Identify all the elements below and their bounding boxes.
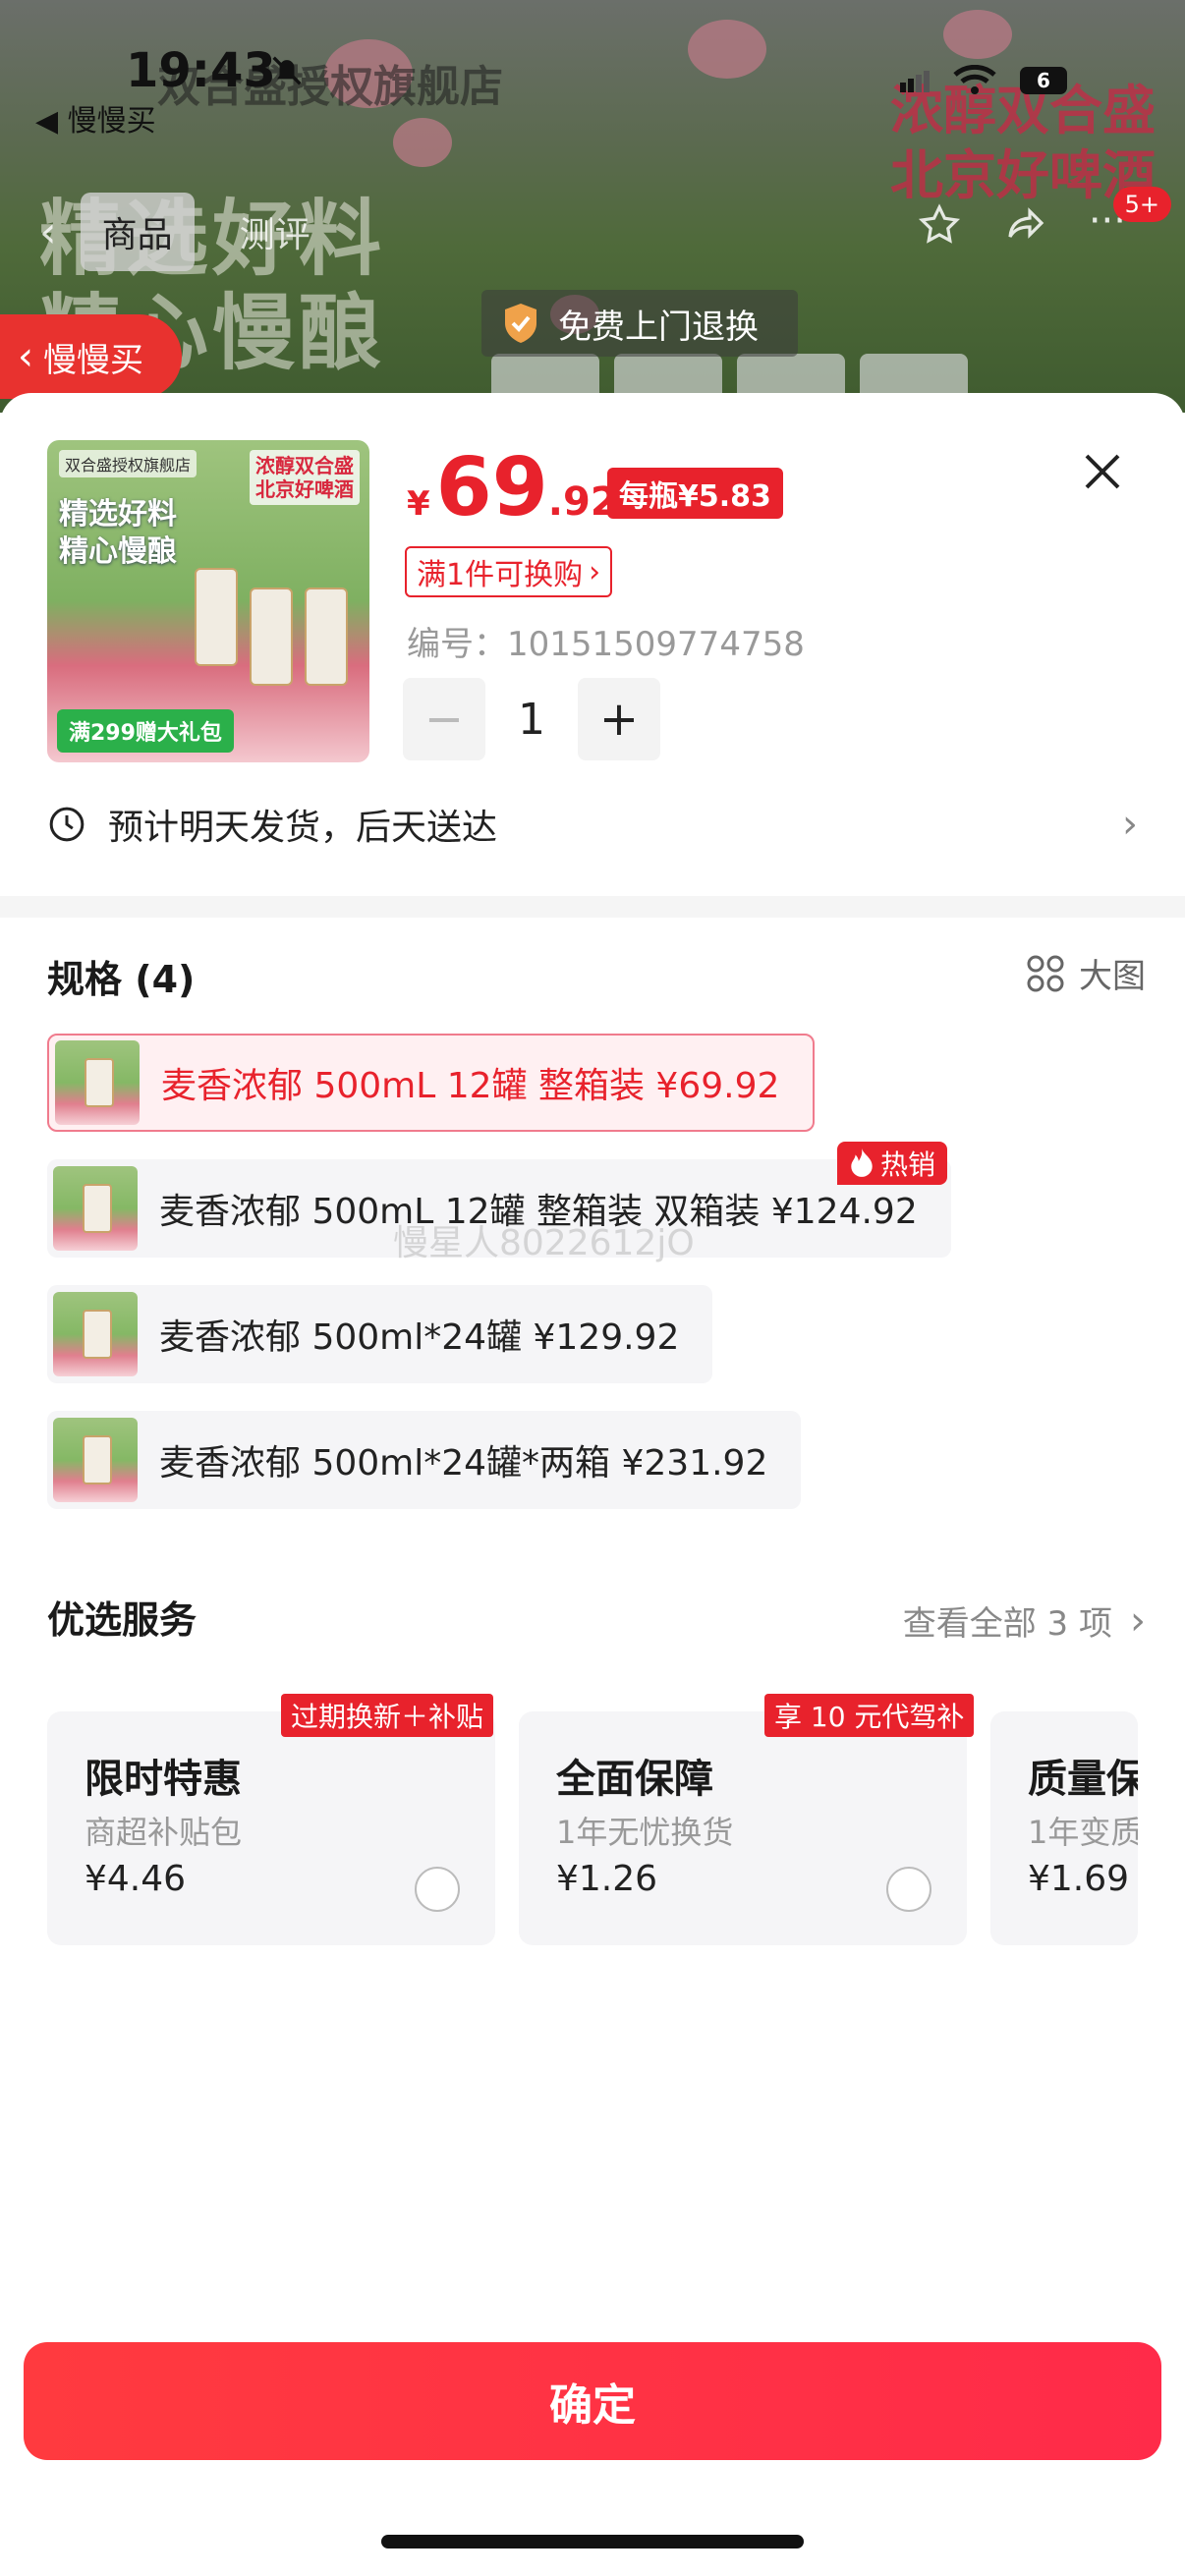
slogan: 浓醇双合盛 北京好啤酒 (890, 79, 1156, 208)
thumb-shop: 双合盛授权旗舰店 (59, 450, 198, 477)
wifi-icon (953, 65, 996, 94)
big-image-toggle[interactable]: 大图 (1026, 949, 1146, 997)
sku-number: 编号：10151509774758 (407, 617, 805, 665)
delivery-text: 预计明天发货，后天送达 (108, 808, 498, 848)
grid-icon (1027, 955, 1064, 991)
flower-decoration (943, 10, 1012, 59)
service-radio[interactable] (886, 1867, 931, 1912)
service-subtitle: 1年变质 (1028, 1814, 1138, 1851)
top-actions: ··· (916, 201, 1126, 249)
sku-label: 编号： (407, 625, 507, 664)
decrease-button[interactable]: − (403, 678, 485, 760)
chevron-right-icon: › (589, 554, 601, 589)
product-thumbnail[interactable]: 双合盛授权旗舰店 浓醇双合盛 北京好啤酒 精选好料 精心慢酿 满299赠大礼包 (47, 440, 369, 762)
increase-button[interactable]: + (578, 678, 660, 760)
favorite-star-icon[interactable] (916, 201, 963, 249)
sku-selector-sheet: 双合盛授权旗舰店 浓醇双合盛 北京好啤酒 精选好料 精心慢酿 满299赠大礼包 … (0, 393, 1185, 2576)
service-subtitle: 商超补贴包 (85, 1814, 243, 1851)
signal-icon (900, 71, 930, 92)
confirm-button[interactable]: 确定 (24, 2342, 1161, 2460)
status-time: 19:43 (126, 43, 276, 98)
service-card[interactable]: 全面保障 1年无忧换货 ¥1.26 (519, 1711, 967, 1945)
home-indicator (381, 2535, 804, 2548)
free-return-text: 免费上门退换 (558, 307, 759, 347)
service-subtitle: 1年无忧换货 (556, 1814, 734, 1851)
slow-buy-button[interactable]: ‹ 慢慢买 (0, 314, 182, 399)
service-price: ¥1.26 (556, 1859, 658, 1899)
page-tabs: ‹ 商品 测评 (39, 193, 332, 271)
spec-option[interactable]: 麦香浓郁 500ml*24罐*两箱 ¥231.92 (47, 1411, 802, 1509)
quantity-value[interactable]: 1 (485, 695, 578, 745)
watermark: 慢星人8022612jO (393, 1223, 695, 1263)
swap-tag-label: 满1件可换购 (417, 558, 584, 592)
chevron-right-icon: › (1122, 802, 1138, 847)
thumb-slogan-line1: 浓醇双合盛 (255, 454, 354, 477)
free-return-banner: 免费上门退换 (481, 290, 798, 357)
see-all-label: 查看全部 3 项 (902, 1604, 1112, 1644)
big-image-label: 大图 (1079, 957, 1146, 996)
service-card[interactable]: 限时特惠 商超补贴包 ¥4.46 (47, 1711, 495, 1945)
chevron-left-icon: ‹ (18, 334, 33, 379)
service-card[interactable]: 质量保障 1年变质 ¥1.69 (990, 1711, 1138, 1945)
spec-title: 规格 (4) (47, 958, 196, 1001)
delivery-row[interactable]: 预计明天发货，后天送达 › (47, 786, 1138, 863)
can-image (305, 588, 348, 686)
flower-decoration (393, 118, 452, 167)
share-icon[interactable] (1002, 201, 1049, 249)
service-price: ¥4.46 (85, 1859, 187, 1899)
clock-icon (49, 807, 85, 842)
service-radio[interactable] (415, 1867, 460, 1912)
service-tag: 享 10 元代驾补 (764, 1694, 975, 1737)
price: ¥ 69 .92 (407, 448, 618, 529)
sku-value: 10151509774758 (507, 625, 805, 664)
shield-check-icon (505, 304, 536, 343)
slow-buy-label: 慢慢买 (43, 340, 143, 380)
service-price: ¥1.69 (1028, 1859, 1130, 1899)
flame-icon (851, 1148, 873, 1177)
thumb-gift-badge: 满299赠大礼包 (57, 709, 234, 753)
spec-option-label: 麦香浓郁 500ml*24罐*两箱 ¥231.92 (159, 1443, 768, 1484)
hot-sale-badge: 热销 (837, 1142, 948, 1185)
spec-option-label: 麦香浓郁 500ml*24罐 ¥129.92 (159, 1317, 680, 1358)
spec-option[interactable]: 麦香浓郁 500ml*24罐 ¥129.92 (47, 1285, 713, 1383)
chevron-right-icon: › (1130, 1597, 1146, 1644)
spec-option-image (55, 1040, 140, 1125)
service-tag: 过期换新＋补贴 (281, 1694, 494, 1737)
see-all-services-link[interactable]: 查看全部 3 项 › (903, 1596, 1146, 1645)
hot-sale-label: 热销 (880, 1148, 936, 1181)
can-image (250, 588, 293, 686)
spec-option-image (53, 1292, 138, 1376)
close-icon[interactable] (1079, 448, 1126, 495)
thumb-headline2: 精心慢酿 (59, 534, 177, 569)
can-image (195, 568, 238, 666)
cart-badge: 5+ (1112, 187, 1171, 222)
thumb-slogan: 浓醇双合盛 北京好啤酒 (250, 450, 360, 505)
battery-level: 6 (1037, 69, 1050, 92)
spec-option-label: 麦香浓郁 500mL 12罐 整箱装 ¥69.92 (161, 1066, 780, 1106)
battery-icon: 6 (1020, 67, 1067, 94)
service-title: 全面保障 (556, 1757, 713, 1802)
spec-option-image (53, 1166, 138, 1251)
quantity-stepper: − 1 + (403, 678, 660, 760)
services-title: 优选服务 (47, 1598, 198, 1642)
price-symbol: ¥ (407, 484, 430, 524)
thumb-slogan-line2: 北京好啤酒 (255, 477, 354, 501)
price-integer: 69 (435, 441, 548, 534)
tab-review[interactable]: 测评 (218, 193, 332, 271)
service-title: 质量保障 (1028, 1757, 1138, 1802)
spec-option-image (53, 1418, 138, 1502)
swap-tag[interactable]: 满1件可换购 › (405, 546, 613, 597)
bell-muted-icon (272, 56, 302, 85)
spec-option[interactable]: 麦香浓郁 500mL 12罐 整箱装 ¥69.92 (47, 1034, 816, 1132)
status-indicators: 6 (900, 65, 1067, 96)
section-divider (0, 896, 1185, 918)
back-icon[interactable]: ‹ (39, 207, 57, 257)
back-to-app-link[interactable]: ◀ 慢慢买 (35, 96, 156, 140)
tab-goods[interactable]: 商品 (80, 193, 195, 271)
flower-decoration (688, 20, 766, 79)
per-bottle-badge: 每瓶¥5.83 (607, 468, 783, 519)
service-title: 限时特惠 (85, 1757, 242, 1802)
